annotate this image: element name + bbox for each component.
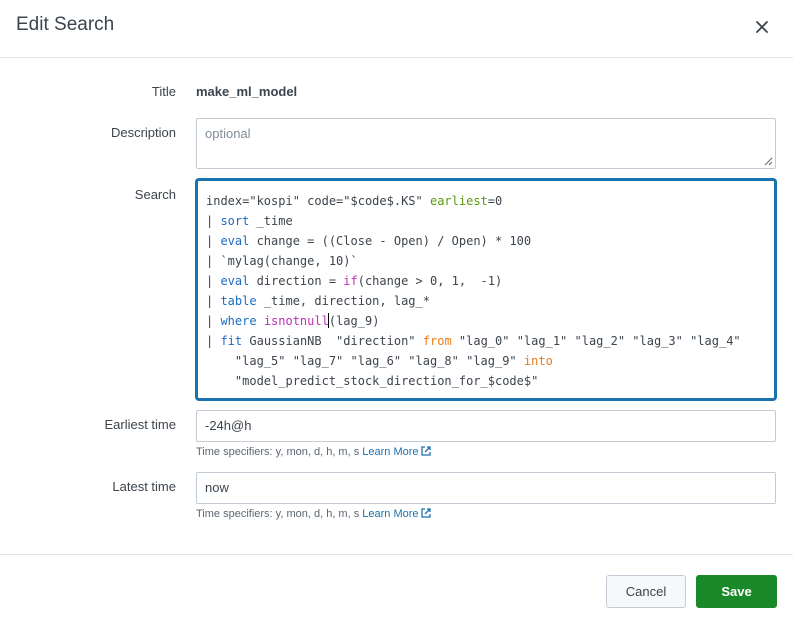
search-label: Search	[134, 187, 176, 202]
code-line: | eval direction = if(change > 0, 1, -1)	[206, 274, 503, 288]
code-line: | eval change = ((Close - Open) / Open) …	[206, 234, 532, 248]
code-line: | where isnotnull(lag_9)	[206, 313, 380, 328]
title-label: Title	[151, 84, 176, 99]
learn-more-link[interactable]: Learn More	[362, 508, 431, 520]
cancel-button[interactable]: Cancel	[606, 575, 686, 608]
resize-handle-icon[interactable]	[764, 157, 773, 166]
time-specifiers-text: Time specifiers: y, mon, d, h, m, s	[196, 508, 360, 520]
external-link-icon	[420, 508, 431, 518]
search-code: index="kospi" code="$code$.KS" earliest=…	[206, 191, 766, 391]
external-link-icon	[420, 446, 431, 456]
code-line: | sort _time	[206, 214, 293, 228]
code-line: "model_predict_stock_direction_for_$code…	[206, 374, 539, 388]
latest-help-text: Time specifiers: y, mon, d, h, m, s Lear…	[196, 508, 431, 520]
text-cursor	[327, 313, 329, 328]
dialog-title: Edit Search	[16, 14, 115, 35]
earliest-time-input[interactable]: -24h@h	[196, 410, 776, 442]
learn-more-link[interactable]: Learn More	[362, 446, 431, 458]
close-button[interactable]	[750, 15, 774, 39]
code-line: | table _time, direction, lag_*	[206, 294, 430, 308]
search-editor[interactable]: index="kospi" code="$code$.KS" earliest=…	[195, 178, 777, 401]
earliest-help-text: Time specifiers: y, mon, d, h, m, s Lear…	[196, 446, 431, 458]
title-value: make_ml_model	[196, 84, 298, 99]
close-icon	[756, 21, 768, 33]
code-line: | `mylag(change, 10)`	[206, 254, 358, 268]
description-label: Description	[110, 125, 176, 140]
dialog-footer: Cancel Save	[0, 554, 793, 624]
code-line: index="kospi" code="$code$.KS" earliest=…	[206, 194, 503, 208]
description-field[interactable]: optional	[196, 118, 776, 169]
learn-more-label: Learn More	[362, 446, 419, 458]
latest-label: Latest time	[112, 479, 176, 494]
earliest-label: Earliest time	[104, 417, 176, 432]
dialog-header: Edit Search	[0, 0, 793, 58]
learn-more-label: Learn More	[362, 508, 419, 520]
save-button[interactable]: Save	[696, 575, 777, 608]
code-line: "lag_5" "lag_7" "lag_6" "lag_8" "lag_9" …	[206, 354, 553, 368]
code-line: | fit GaussianNB "direction" from "lag_0…	[206, 334, 741, 348]
time-specifiers-text: Time specifiers: y, mon, d, h, m, s	[196, 446, 360, 458]
description-placeholder: optional	[205, 126, 251, 141]
latest-time-input[interactable]: now	[196, 472, 776, 504]
